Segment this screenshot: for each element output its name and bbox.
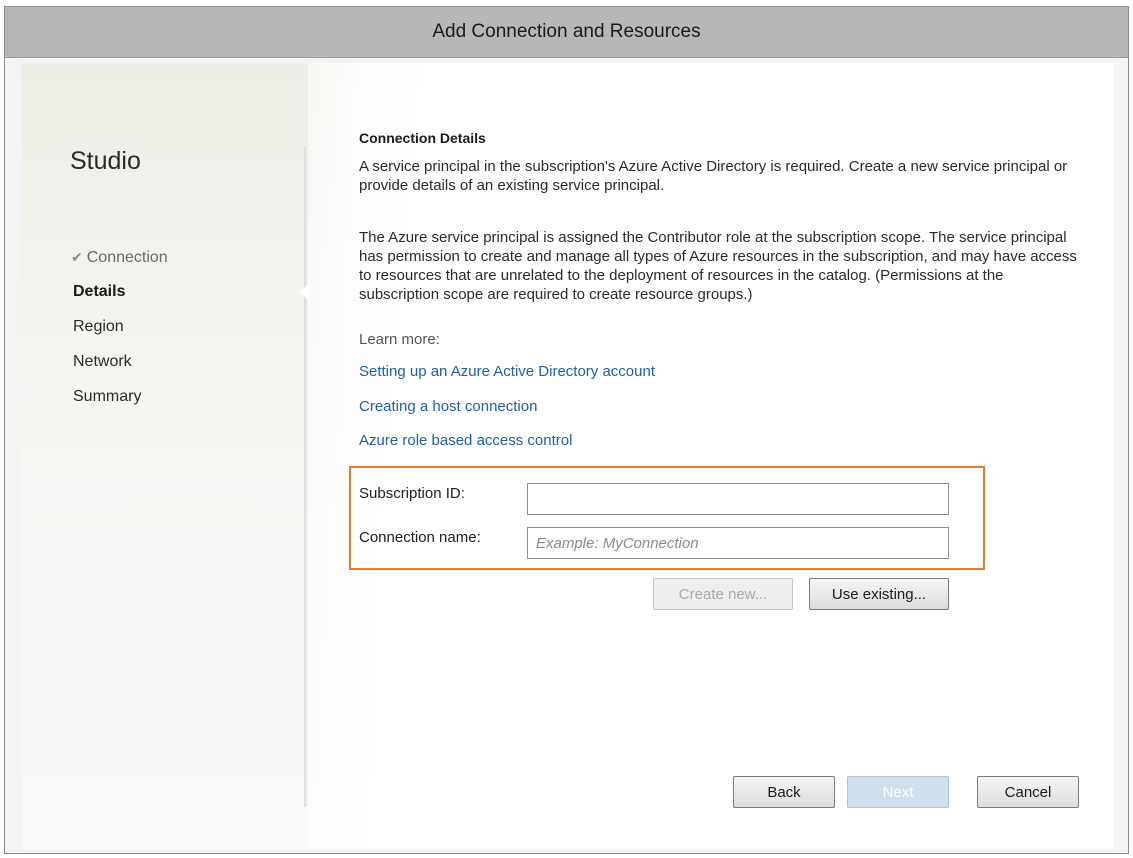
back-button[interactable]: Back — [733, 776, 835, 808]
step-network: Network — [73, 353, 132, 370]
step-region: Region — [73, 318, 124, 335]
connection-name-input[interactable] — [527, 527, 949, 559]
connection-name-label: Connection name: — [359, 529, 481, 546]
app-title: Studio — [70, 147, 141, 175]
link-azure-rbac[interactable]: Azure role based access control — [359, 432, 572, 449]
step-details: Details — [73, 283, 126, 300]
create-new-button[interactable]: Create new... — [653, 578, 793, 610]
checkmark-icon: ✔ — [71, 249, 83, 265]
sidebar-divider — [304, 147, 307, 807]
section-title: Connection Details — [359, 130, 486, 146]
permissions-paragraph: The Azure service principal is assigned … — [359, 229, 1077, 303]
cancel-button[interactable]: Cancel — [977, 776, 1079, 808]
wizard-sidebar: Studio ✔ Connection Details Region Networ… — [21, 63, 306, 849]
next-button[interactable]: Next — [847, 776, 949, 808]
link-host-connection[interactable]: Creating a host connection — [359, 398, 537, 415]
intro-paragraph: A service principal in the subscription'… — [359, 158, 1068, 194]
current-step-pointer — [300, 283, 309, 301]
dialog-window: Add Connection and Resources Studio ✔ Con… — [4, 6, 1129, 854]
use-existing-button[interactable]: Use existing... — [809, 578, 949, 610]
step-connection: ✔ Connection — [71, 249, 168, 266]
step-summary: Summary — [73, 388, 142, 405]
link-azure-ad-account[interactable]: Setting up an Azure Active Directory acc… — [359, 363, 655, 380]
subscription-id-input[interactable] — [527, 483, 949, 515]
title-bar: Add Connection and Resources — [5, 7, 1128, 58]
dialog-body: Studio ✔ Connection Details Region Networ… — [21, 63, 1114, 849]
subscription-id-label: Subscription ID: — [359, 485, 465, 502]
window-title: Add Connection and Resources — [432, 21, 701, 42]
learn-more-label: Learn more: — [359, 331, 440, 348]
